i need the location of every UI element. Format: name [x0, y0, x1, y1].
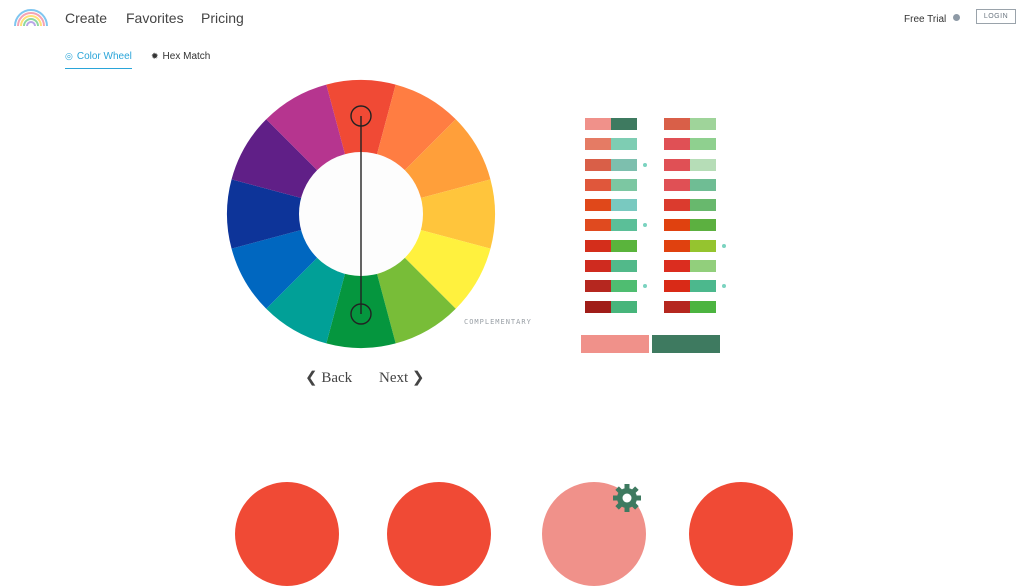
swatch-color-b — [611, 138, 637, 151]
swatch-color-a — [664, 158, 690, 171]
swatch-pair[interactable] — [664, 239, 726, 252]
color-wheel[interactable] — [226, 79, 496, 349]
swatch-marker-dot — [643, 223, 647, 228]
swatch-pair[interactable] — [585, 199, 637, 212]
swatch-color-a — [664, 280, 690, 293]
gear-icon[interactable] — [612, 483, 642, 513]
swatch-color-a — [585, 158, 611, 171]
swatch-color-b — [611, 300, 637, 313]
tab-hex-match-label: Hex Match — [162, 51, 211, 62]
swatch-color-a — [585, 300, 611, 313]
swatch-color-b — [611, 280, 637, 293]
swatch-pair[interactable] — [664, 199, 716, 212]
swatch-color-a — [664, 199, 690, 212]
swatch-pair[interactable] — [585, 219, 647, 232]
swatch-color-a — [585, 219, 611, 232]
swatch-pair[interactable] — [585, 300, 637, 313]
free-trial-link[interactable]: Free Trial — [904, 14, 946, 25]
swatch-color-a — [585, 280, 611, 293]
nav-pricing[interactable]: Pricing — [201, 10, 244, 26]
swatch-color-a — [585, 260, 611, 273]
color-wheel-icon: ◎ — [65, 51, 73, 61]
swatch-column-right — [664, 118, 726, 321]
tab-color-wheel-label: Color Wheel — [76, 51, 132, 62]
tab-hex-match[interactable]: ✹ Hex Match — [151, 51, 210, 62]
top-navigation: Create Favorites Pricing Free Trial LOGI… — [0, 0, 1024, 36]
swatch-color-a — [664, 118, 690, 130]
swatch-color-b — [611, 118, 637, 130]
swatch-pair[interactable] — [585, 239, 637, 252]
swatch-pair[interactable] — [585, 118, 637, 130]
swatch-color-a — [664, 239, 690, 252]
info-dot-icon[interactable] — [953, 14, 960, 21]
swatch-pair[interactable] — [585, 138, 637, 151]
swatch-color-a — [585, 138, 611, 151]
swatch-color-b — [611, 158, 637, 171]
palette-circle[interactable] — [387, 482, 491, 586]
swatch-color-b — [690, 199, 716, 212]
swatch-pair[interactable] — [585, 280, 647, 293]
selected-color-complement[interactable] — [652, 335, 720, 353]
swatch-color-a — [664, 178, 690, 191]
swatch-color-a — [585, 199, 611, 212]
swatch-marker-dot — [643, 162, 647, 167]
swatch-pair[interactable] — [664, 158, 716, 171]
swatch-color-b — [611, 239, 637, 252]
swatch-color-a — [664, 260, 690, 273]
swatch-pair[interactable] — [585, 260, 637, 273]
swatch-color-a — [664, 138, 690, 151]
swatch-pair[interactable] — [585, 178, 637, 191]
swatch-color-b — [690, 138, 716, 151]
swatch-color-b — [690, 260, 716, 273]
login-button[interactable]: LOGIN — [976, 9, 1016, 24]
swatch-color-b — [690, 300, 716, 313]
swatch-pair[interactable] — [664, 260, 716, 273]
swatch-pair[interactable] — [664, 219, 716, 232]
back-button[interactable]: ❮ Back — [305, 368, 352, 387]
swatch-color-b — [611, 199, 637, 212]
rainbow-logo-icon[interactable] — [13, 5, 49, 27]
swatch-marker-dot — [722, 284, 726, 289]
swatch-pair[interactable] — [664, 300, 716, 313]
swatch-pair[interactable] — [664, 178, 716, 191]
swatch-color-a — [585, 239, 611, 252]
swatch-color-b — [611, 219, 637, 232]
nav-create[interactable]: Create — [65, 10, 107, 26]
swatch-marker-dot — [643, 284, 647, 289]
swatch-marker-dot — [722, 243, 726, 248]
swatch-color-a — [664, 219, 690, 232]
swatch-pair[interactable] — [664, 138, 716, 151]
palette-circle[interactable] — [689, 482, 793, 586]
swatch-pair[interactable] — [664, 118, 716, 130]
palette-circle[interactable] — [235, 482, 339, 586]
swatch-color-b — [611, 260, 637, 273]
swatch-column-left — [585, 118, 647, 321]
swatch-color-b — [690, 280, 716, 293]
swatch-color-a — [664, 300, 690, 313]
swatch-color-b — [690, 178, 716, 191]
swatch-color-b — [611, 178, 637, 191]
hex-icon: ✹ — [151, 51, 159, 61]
tab-color-wheel[interactable]: ◎ Color Wheel — [65, 51, 132, 69]
swatch-color-b — [690, 239, 716, 252]
swatch-color-a — [585, 178, 611, 191]
harmony-label: COMPLEMENTARY — [464, 318, 532, 326]
swatch-pair[interactable] — [585, 158, 647, 171]
next-button[interactable]: Next ❯ — [379, 368, 424, 387]
swatch-color-a — [585, 118, 611, 130]
swatch-color-b — [690, 158, 716, 171]
swatch-color-b — [690, 219, 716, 232]
nav-favorites[interactable]: Favorites — [126, 10, 184, 26]
swatch-pair[interactable] — [664, 280, 726, 293]
swatch-color-b — [690, 118, 716, 130]
selected-color-primary[interactable] — [581, 335, 649, 353]
